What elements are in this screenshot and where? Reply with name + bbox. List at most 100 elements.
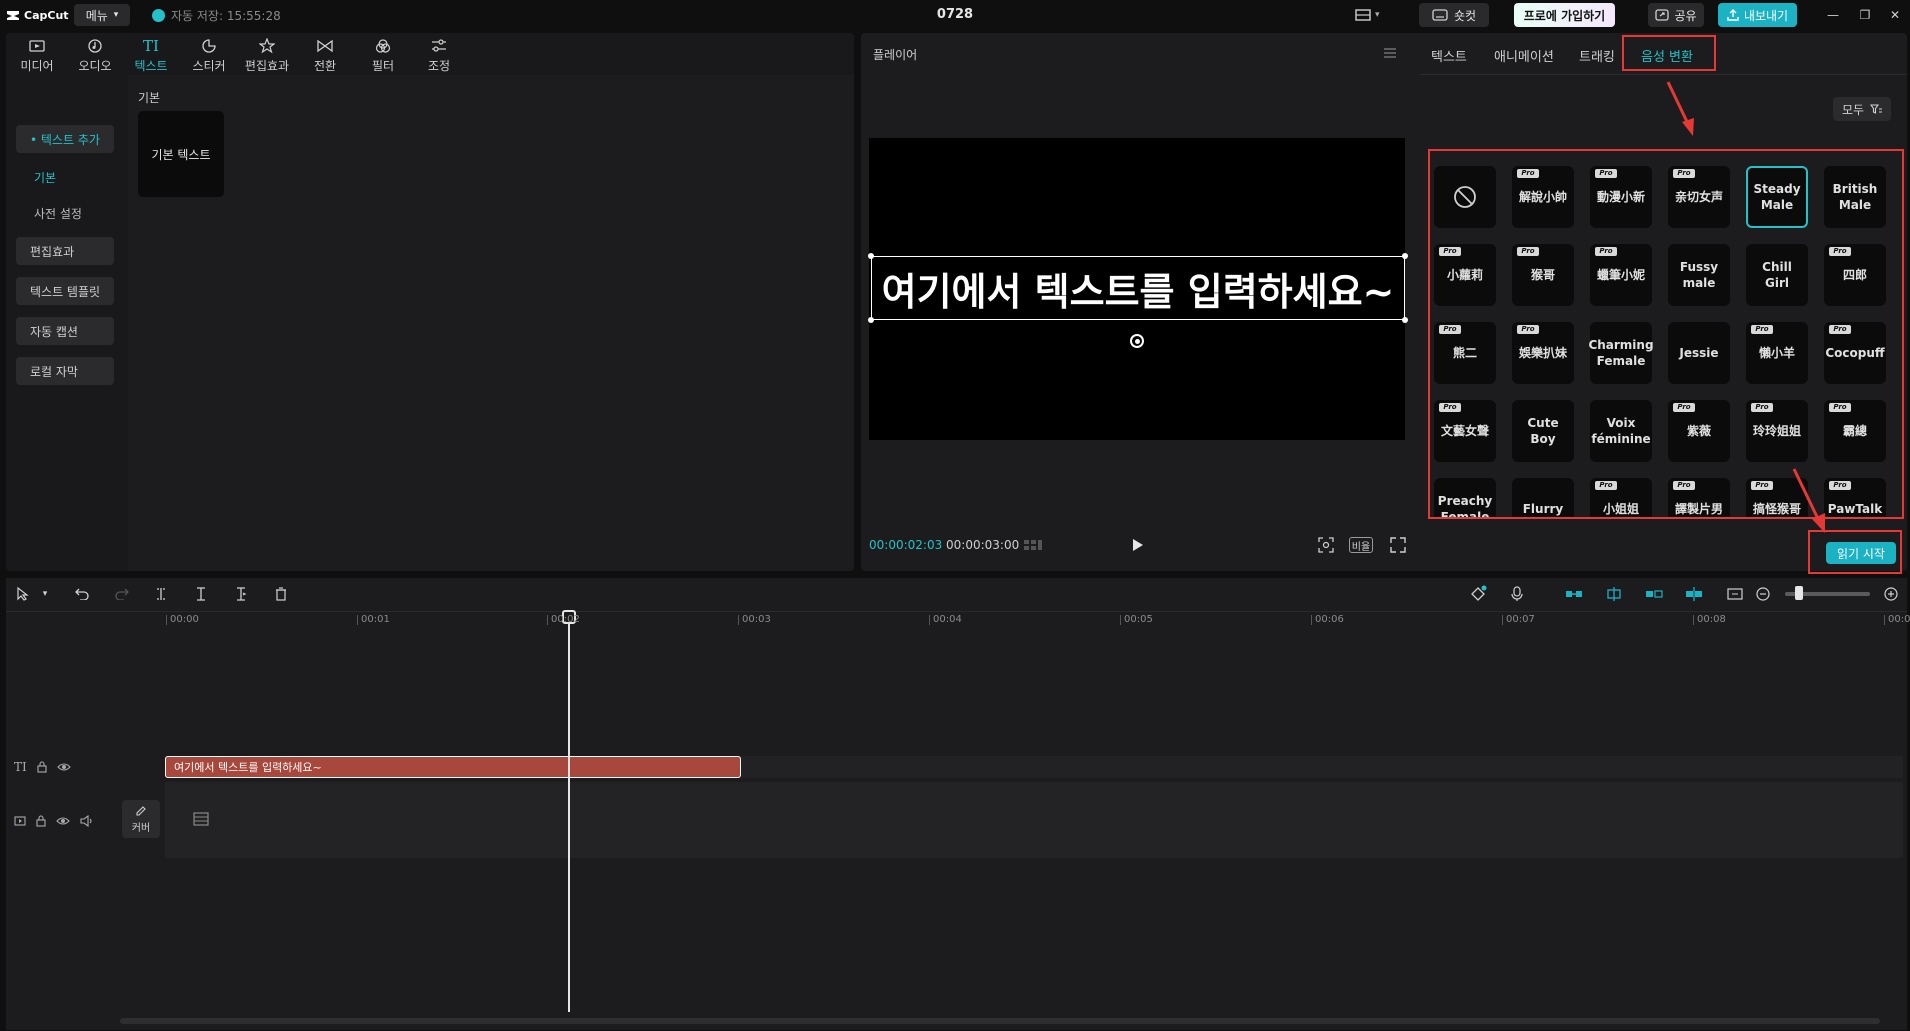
speaker-icon[interactable] (80, 815, 94, 827)
share-button[interactable]: 공유 (1648, 3, 1704, 27)
voice-option[interactable]: 亲切女声 Pro (1668, 166, 1730, 228)
text-clip[interactable]: 여기에서 텍스트를 입력하세요~ (165, 756, 741, 778)
resize-handle-br[interactable] (1402, 317, 1408, 323)
preview-text-overlay[interactable]: 여기에서 텍스트를 입력하세요~ (871, 256, 1405, 320)
voice-option[interactable]: PawTalk Pro (1824, 478, 1886, 517)
tab-effects[interactable]: 편집효과 (240, 36, 294, 74)
select-tool-dropdown[interactable]: ▾ (36, 585, 54, 603)
voice-option[interactable]: Steady Male (1746, 166, 1808, 228)
side-sub-basic[interactable]: 기본 (34, 169, 56, 186)
eye-icon[interactable] (56, 762, 71, 772)
tab-filter[interactable]: 필터 (356, 36, 410, 74)
trim-left-button[interactable] (192, 585, 210, 603)
voice-option[interactable]: Fussy male (1668, 244, 1730, 306)
voice-option[interactable]: 紫薇 Pro (1668, 400, 1730, 462)
playhead[interactable] (568, 610, 570, 1012)
linkage-button[interactable] (1645, 585, 1663, 603)
main-track-magnet-button[interactable] (1565, 585, 1583, 603)
tab-text-properties[interactable]: 텍스트 (1431, 46, 1467, 65)
player-menu-button[interactable] (1383, 47, 1397, 59)
timecode-format-button[interactable] (1023, 538, 1043, 552)
voice-option[interactable]: 娛樂扒妹 Pro (1512, 322, 1574, 384)
voice-option[interactable]: Voix féminine (1590, 400, 1652, 462)
cover-button[interactable]: 커버 (122, 800, 160, 838)
tab-tracking[interactable]: 트래킹 (1579, 46, 1615, 65)
split-button[interactable] (152, 585, 170, 603)
resize-handle-tr[interactable] (1402, 253, 1408, 259)
voice-option[interactable]: 熊二 Pro (1434, 322, 1496, 384)
menu-button[interactable]: 메뉴 ▾ (74, 4, 130, 26)
tab-sticker[interactable]: 스티커 (182, 36, 236, 74)
zoom-out-button[interactable] (1754, 585, 1772, 603)
voice-option[interactable]: 解說小帥 Pro (1512, 166, 1574, 228)
zoom-in-button[interactable] (1882, 585, 1900, 603)
maximize-button[interactable]: ❐ (1854, 5, 1876, 25)
voice-option[interactable]: 四郎 Pro (1824, 244, 1886, 306)
delete-button[interactable] (272, 585, 290, 603)
timeline-ruler[interactable] (165, 612, 1907, 632)
voice-option[interactable]: Cocopuff Pro (1824, 322, 1886, 384)
voice-option[interactable]: Flurry (1512, 478, 1574, 517)
tab-transition[interactable]: 전환 (298, 36, 352, 74)
voice-option[interactable]: Jessie (1668, 322, 1730, 384)
voice-option[interactable]: 懶小羊 Pro (1746, 322, 1808, 384)
start-reading-button[interactable]: 읽기 시작 (1826, 542, 1896, 564)
minimize-button[interactable]: — (1822, 5, 1844, 25)
voice-option[interactable]: 譯製片男 Pro (1668, 478, 1730, 517)
fit-view-button[interactable] (1318, 537, 1334, 553)
ai-magic-button[interactable] (1469, 585, 1487, 603)
voice-option[interactable]: 小姐姐 Pro (1590, 478, 1652, 517)
voice-option[interactable]: 霸總 Pro (1824, 400, 1886, 462)
main-video-track[interactable] (165, 782, 1903, 858)
filter-all-button[interactable]: 모두 (1833, 97, 1891, 121)
select-tool-button[interactable] (14, 585, 32, 603)
side-item-text-templates[interactable]: 텍스트 템플릿 (16, 277, 114, 305)
redo-button[interactable] (113, 585, 131, 603)
close-button[interactable]: ✕ (1884, 5, 1906, 25)
layout-button[interactable]: ▾ (1355, 7, 1389, 23)
shortcut-button[interactable]: 숏컷 (1419, 3, 1489, 27)
voice-option[interactable]: Chill Girl (1746, 244, 1808, 306)
play-button[interactable] (1130, 538, 1144, 552)
auto-snap-button[interactable] (1605, 585, 1623, 603)
tab-animation[interactable]: 애니메이션 (1494, 46, 1554, 65)
lock-icon[interactable] (36, 815, 46, 827)
resize-handle-tl[interactable] (868, 253, 874, 259)
tab-adjust[interactable]: 조정 (412, 36, 466, 74)
aspect-ratio-button[interactable]: 비율 (1349, 537, 1373, 553)
rotate-handle[interactable] (1130, 334, 1144, 348)
undo-button[interactable] (73, 585, 91, 603)
voice-option[interactable]: British Male (1824, 166, 1886, 228)
side-item-add-text[interactable]: • 텍스트 추가 (16, 125, 114, 153)
timeline-scrollbar[interactable] (120, 1018, 1880, 1024)
record-voice-button[interactable] (1508, 585, 1526, 603)
fullscreen-button[interactable] (1390, 537, 1406, 553)
voice-option[interactable]: Cute Boy (1512, 400, 1574, 462)
tab-text[interactable]: TI 텍스트 (124, 36, 178, 74)
export-button[interactable]: 내보내기 (1718, 3, 1797, 27)
zoom-slider-knob[interactable] (1795, 586, 1803, 600)
resize-handle-bl[interactable] (868, 317, 874, 323)
pro-subscribe-button[interactable]: 프로에 가입하기 (1514, 3, 1615, 27)
eye-icon[interactable] (56, 816, 70, 826)
side-item-effects[interactable]: 편집효과 (16, 237, 114, 265)
voice-option[interactable]: 玲玲姐姐 Pro (1746, 400, 1808, 462)
voice-option[interactable]: 小蘿莉 Pro (1434, 244, 1496, 306)
side-sub-preset[interactable]: 사전 설정 (34, 205, 82, 222)
trim-right-button[interactable] (232, 585, 250, 603)
voice-option[interactable]: 文藝女聲 Pro (1434, 400, 1496, 462)
voice-option[interactable]: 猴哥 Pro (1512, 244, 1574, 306)
side-item-local-caption[interactable]: 로컬 자막 (16, 357, 114, 385)
voice-option[interactable]: Preachy Female (1434, 478, 1496, 517)
side-item-auto-caption[interactable]: 자동 캡션 (16, 317, 114, 345)
tab-media[interactable]: 미디어 (10, 36, 64, 74)
tab-audio[interactable]: 오디오 (68, 36, 122, 74)
fit-timeline-button[interactable] (1726, 585, 1744, 603)
voice-option-none[interactable] (1434, 166, 1496, 228)
project-title[interactable]: 0728 (880, 7, 1030, 22)
voice-option[interactable]: 蠟筆小妮 Pro (1590, 244, 1652, 306)
preview-axis-button[interactable] (1685, 585, 1703, 603)
lock-icon[interactable] (37, 761, 47, 773)
voice-option[interactable]: Charming Female (1588, 322, 1654, 384)
voice-option[interactable]: 動漫小新 Pro (1590, 166, 1652, 228)
